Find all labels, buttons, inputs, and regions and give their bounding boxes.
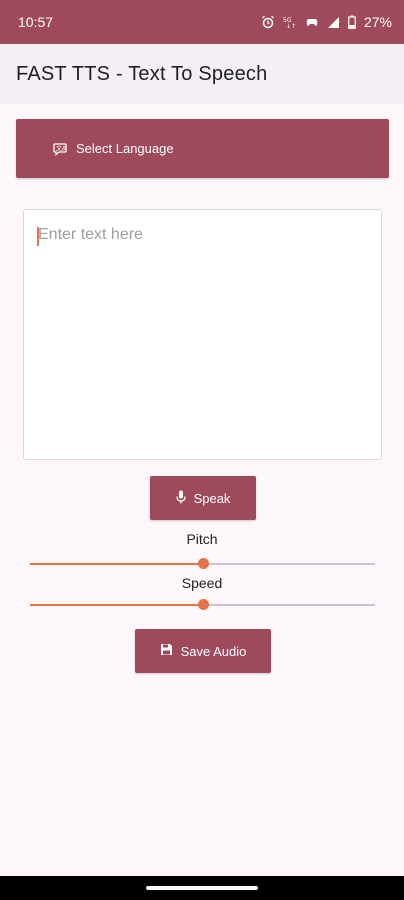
- battery-icon: [348, 15, 356, 29]
- text-input[interactable]: [23, 209, 382, 460]
- screen: 10:57 5G ↓↑ 27% FAST TTS - Text To Speech: [0, 0, 404, 900]
- pitch-slider[interactable]: [30, 557, 375, 571]
- speed-slider[interactable]: [30, 598, 375, 612]
- floppy-disk-icon: [160, 643, 173, 659]
- status-bar: 10:57 5G ↓↑ 27%: [0, 0, 404, 44]
- speak-label: Speak: [193, 490, 231, 506]
- microphone-icon: [175, 490, 186, 507]
- save-audio-button[interactable]: Save Audio: [135, 629, 271, 673]
- select-language-button[interactable]: 文A Select Language: [16, 119, 389, 178]
- text-cursor: [37, 227, 39, 246]
- signal-icon: [327, 16, 340, 29]
- app-bar: FAST TTS - Text To Speech: [0, 44, 404, 104]
- status-time: 10:57: [18, 14, 54, 30]
- pitch-slider-fill: [30, 563, 203, 565]
- language-icon: 文A: [52, 141, 68, 157]
- select-language-label: Select Language: [76, 141, 174, 156]
- svg-text:↓↑: ↓↑: [286, 23, 296, 29]
- speak-button[interactable]: Speak: [150, 476, 256, 520]
- app-title: FAST TTS - Text To Speech: [16, 62, 268, 85]
- speed-slider-thumb[interactable]: [197, 599, 209, 610]
- battery-percent: 27%: [363, 14, 392, 30]
- game-controller-icon: [305, 15, 319, 29]
- status-icons: 5G ↓↑ 27%: [261, 14, 392, 30]
- data-saver-icon: 5G ↓↑: [283, 15, 297, 29]
- home-indicator[interactable]: [146, 886, 258, 890]
- pitch-label: Pitch: [186, 531, 218, 547]
- alarm-icon: [261, 15, 275, 29]
- save-audio-label: Save Audio: [180, 643, 247, 659]
- svg-text:文A: 文A: [56, 144, 67, 152]
- speed-label: Speed: [181, 575, 223, 591]
- speed-slider-fill: [30, 604, 203, 606]
- navigation-bar: [0, 876, 404, 900]
- pitch-slider-thumb[interactable]: [197, 558, 209, 569]
